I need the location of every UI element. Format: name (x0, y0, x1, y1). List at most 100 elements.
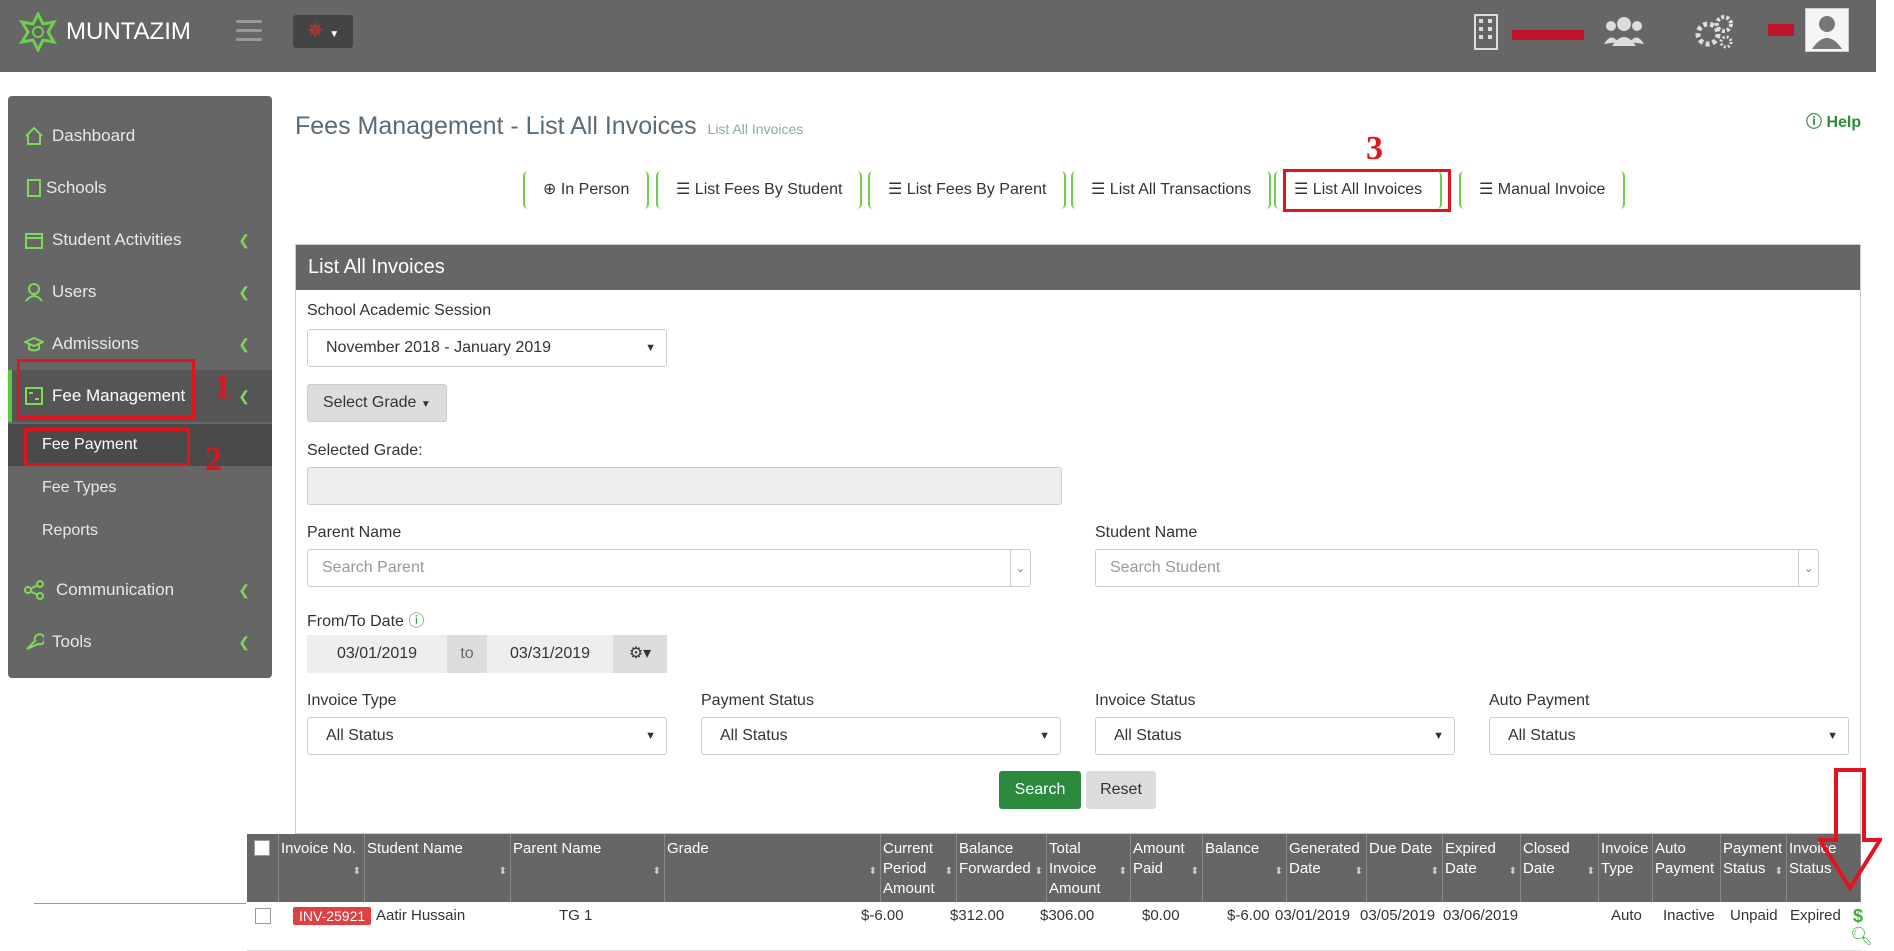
sort-icon: ⬍ (868, 866, 877, 877)
app-logo[interactable]: MUNTAZIM (18, 12, 191, 52)
chevron-down-icon[interactable]: ⌄ (1010, 550, 1030, 586)
school-selector[interactable]: ✵ ▼ (293, 15, 353, 48)
annotation-box-fee-payment (24, 428, 190, 466)
tab-list-all-invoices[interactable]: ☰ List All Invoices (1274, 171, 1443, 209)
app-name: MUNTAZIM (66, 18, 191, 45)
col-generated-date[interactable]: Generated Date ⬍ (1287, 834, 1367, 902)
tab-manual-invoice[interactable]: ☰ Manual Invoice (1459, 171, 1626, 209)
sidebar-item-schools[interactable]: Schools (8, 162, 272, 214)
chevron-left-icon: ❮ (238, 283, 250, 300)
page-subtitle: List All Invoices (707, 121, 804, 137)
sidebar-subitem-fee-types[interactable]: Fee Types (8, 467, 272, 509)
sort-icon: ⬍ (1774, 866, 1783, 877)
view-magnifier-icon[interactable]: 🔍︎ (1850, 922, 1873, 950)
question-circle-icon: ⓘ (1806, 114, 1823, 131)
invoice-status-label: Invoice Status (1095, 692, 1196, 709)
invoice-status-select[interactable]: All Status ▼ (1095, 717, 1455, 755)
col-current-period-amount[interactable]: Current Period Amount ⬍ (881, 834, 957, 902)
tab-list-fees-by-student[interactable]: ☰ List Fees By Student (656, 171, 863, 209)
table-row[interactable]: INV-25921 Aatir Hussain TG 1 $-6.00 $312… (247, 902, 1873, 951)
tab-list-all-transactions[interactable]: ☰ List All Transactions (1071, 171, 1272, 209)
total-invoice-amount: $306.00 (1040, 907, 1095, 924)
parent-name-label: Parent Name (307, 524, 402, 541)
col-balance[interactable]: Balance ⬍ (1203, 834, 1287, 902)
sidebar-item-student-activities[interactable]: Student Activities ❮ (8, 214, 272, 266)
building-icon (27, 179, 41, 197)
list-icon: ☰ (1294, 181, 1309, 198)
user-icon (25, 283, 43, 302)
col-amount-paid[interactable]: Amount Paid ⬍ (1131, 834, 1203, 902)
student-name-label: Student Name (1095, 524, 1198, 541)
list-icon: ☰ (1091, 181, 1106, 198)
building-icon[interactable] (1474, 14, 1498, 55)
list-icon: ☰ (888, 181, 903, 198)
date-to-input[interactable]: 03/31/2019 (487, 635, 613, 673)
sidebar-item-tools[interactable]: Tools ❮ (8, 616, 272, 668)
sidebar-item-dashboard[interactable]: Dashboard (8, 110, 272, 162)
col-invoice-type[interactable]: Invoice Type (1599, 834, 1653, 902)
col-grade[interactable]: Grade ⬍ (665, 834, 881, 902)
search-button[interactable]: Search (999, 771, 1081, 809)
sidebar-item-communication[interactable]: Communication ❮ (8, 564, 272, 616)
col-due-date[interactable]: Due Date ⬍ (1367, 834, 1443, 902)
sort-icon: ⬍ (1354, 866, 1363, 877)
expired-date: 03/06/2019 (1443, 907, 1519, 924)
col-auto-payment[interactable]: Auto Payment (1653, 834, 1721, 902)
sort-icon: ⬍ (1190, 866, 1199, 877)
col-payment-status[interactable]: Payment Status ⬍ (1721, 834, 1787, 902)
invoice-type: Auto (1611, 907, 1642, 924)
users-group-icon[interactable] (1604, 14, 1644, 53)
col-expired-date[interactable]: Expired Date ⬍ (1443, 834, 1521, 902)
sort-icon: ⬍ (352, 866, 361, 877)
tab-in-person[interactable]: ⊕ In Person (523, 171, 650, 209)
invoice-number[interactable]: INV-25921 (293, 902, 372, 930)
select-all-checkbox[interactable] (254, 840, 270, 856)
sort-icon: ⬍ (1118, 866, 1127, 877)
auto-payment-select[interactable]: All Status ▼ (1489, 717, 1849, 755)
col-total-invoice-amount[interactable]: Total Invoice Amount ⬍ (1047, 834, 1131, 902)
list-icon: ☰ (676, 181, 691, 198)
row-checkbox[interactable] (255, 908, 271, 924)
col-balance-forwarded[interactable]: Balance Forwarded ⬍ (957, 834, 1047, 902)
payment-status-select[interactable]: All Status ▼ (701, 717, 1061, 755)
date-options-gear-icon[interactable]: ⚙▾ (613, 635, 667, 673)
select-grade-button[interactable]: Select Grade ▼ (307, 384, 447, 422)
reset-button[interactable]: Reset (1086, 771, 1156, 809)
row-checkbox-cell (255, 908, 271, 936)
col-student-name[interactable]: Student Name ⬍ (365, 834, 511, 902)
col-parent-name[interactable]: Parent Name ⬍ (511, 834, 665, 902)
payment-status-label: Payment Status (701, 692, 814, 709)
sort-icon: ⬍ (944, 866, 953, 877)
home-icon (25, 126, 43, 145)
sidebar-subitem-reports[interactable]: Reports (8, 510, 272, 552)
selected-grade-field (307, 467, 1062, 505)
sort-icon: ⬍ (1586, 866, 1595, 877)
invoice-type-select[interactable]: All Status ▼ (307, 717, 667, 755)
sort-icon: ⬍ (652, 866, 661, 877)
student-search-input[interactable]: Search Student ⌄ (1095, 549, 1819, 587)
sort-icon: ⬍ (498, 866, 507, 877)
plus-circle-icon: ⊕ (543, 181, 557, 198)
date-from-input[interactable]: 03/01/2019 (307, 635, 447, 673)
avatar[interactable] (1805, 8, 1849, 52)
sidebar-item-users[interactable]: Users ❮ (8, 266, 272, 318)
info-circle-icon[interactable]: ⓘ (408, 613, 424, 630)
settings-gears-icon[interactable] (1694, 14, 1734, 55)
star-logo-icon (19, 12, 57, 52)
current-period-amount: $-6.00 (861, 907, 904, 924)
chevron-left-icon: ❮ (238, 231, 250, 248)
col-invoice-no[interactable]: Invoice No. ⬍ (279, 834, 365, 902)
chevron-down-icon[interactable]: ⌄ (1798, 550, 1818, 586)
col-closed-date[interactable]: Closed Date ⬍ (1521, 834, 1599, 902)
generated-date: 03/01/2019 (1275, 907, 1351, 924)
caret-down-icon: ▼ (1433, 730, 1444, 742)
help-link[interactable]: ⓘ Help (1806, 108, 1861, 132)
menu-toggle-icon[interactable] (236, 20, 262, 42)
session-select[interactable]: November 2018 - January 2019 ▼ (307, 329, 667, 367)
tab-list-fees-by-parent[interactable]: ☰ List Fees By Parent (868, 171, 1067, 209)
balance: $-6.00 (1227, 907, 1270, 924)
parent-search-input[interactable]: Search Parent ⌄ (307, 549, 1031, 587)
date-range-label: From/To Date ⓘ (307, 613, 425, 630)
list-icon: ☰ (1479, 181, 1494, 198)
table-header: Invoice No. ⬍ Student Name ⬍ Parent Name ⬍ … (247, 834, 1861, 902)
